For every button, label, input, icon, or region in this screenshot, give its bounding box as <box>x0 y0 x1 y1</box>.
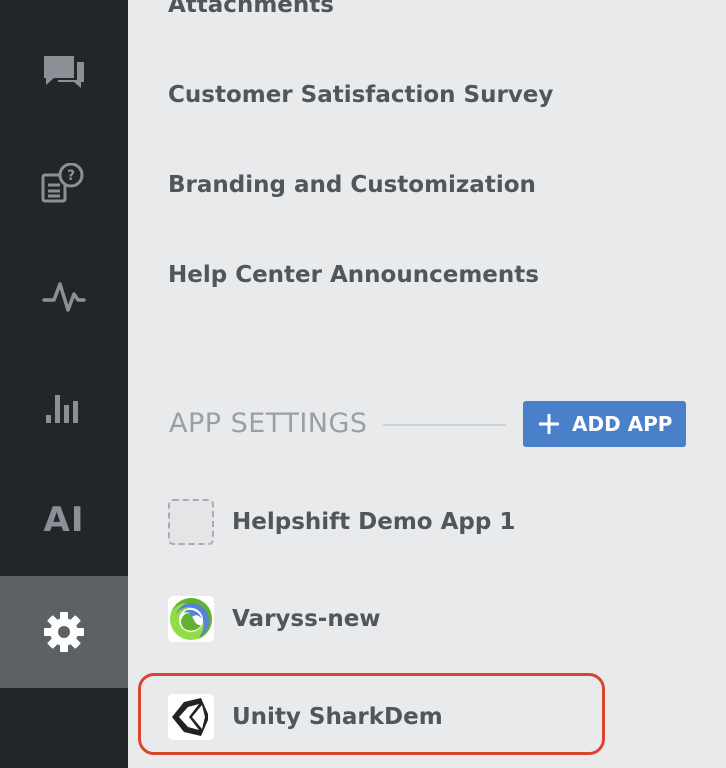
sidebar-item-faqs[interactable]: ? <box>0 128 128 240</box>
chat-bubbles-icon <box>44 56 84 88</box>
bar-chart-icon <box>46 395 78 423</box>
highlight-annotation <box>138 673 605 755</box>
svg-text:?: ? <box>67 168 75 184</box>
menu-item-help-center-announcements[interactable]: Help Center Announcements <box>168 262 539 288</box>
gear-icon <box>44 612 84 652</box>
sidebar: ? AI <box>0 0 128 768</box>
menu-item-customer-satisfaction-survey[interactable]: Customer Satisfaction Survey <box>168 82 553 108</box>
app-settings-title: APP SETTINGS <box>169 408 368 439</box>
pulse-icon <box>42 282 86 312</box>
clojure-logo-icon <box>168 596 214 642</box>
app-name: Helpshift Demo App 1 <box>232 509 516 535</box>
plus-icon <box>539 414 559 434</box>
placeholder-icon <box>168 499 214 545</box>
app-item-varyss-new[interactable]: Varyss-new <box>168 594 381 644</box>
sidebar-item-settings[interactable] <box>0 576 128 688</box>
faq-document-icon: ? <box>41 163 84 203</box>
settings-panel: Attachments Customer Satisfaction Survey… <box>128 0 726 768</box>
sidebar-item-ai[interactable]: AI <box>0 464 128 576</box>
sidebar-item-activity[interactable] <box>0 240 128 352</box>
menu-item-attachments[interactable]: Attachments <box>168 0 334 18</box>
app-root: ? AI Attachments Customer Satisfaction S… <box>0 0 726 768</box>
ai-label: AI <box>43 500 85 540</box>
sidebar-item-analytics[interactable] <box>0 352 128 464</box>
add-app-label: ADD APP <box>572 412 673 436</box>
menu-item-branding-and-customization[interactable]: Branding and Customization <box>168 172 536 198</box>
app-name: Varyss-new <box>232 606 381 632</box>
section-divider <box>383 424 506 426</box>
app-item-helpshift-demo-app-1[interactable]: Helpshift Demo App 1 <box>168 497 515 547</box>
sidebar-item-conversations[interactable] <box>0 16 128 128</box>
add-app-button[interactable]: ADD APP <box>523 401 686 447</box>
